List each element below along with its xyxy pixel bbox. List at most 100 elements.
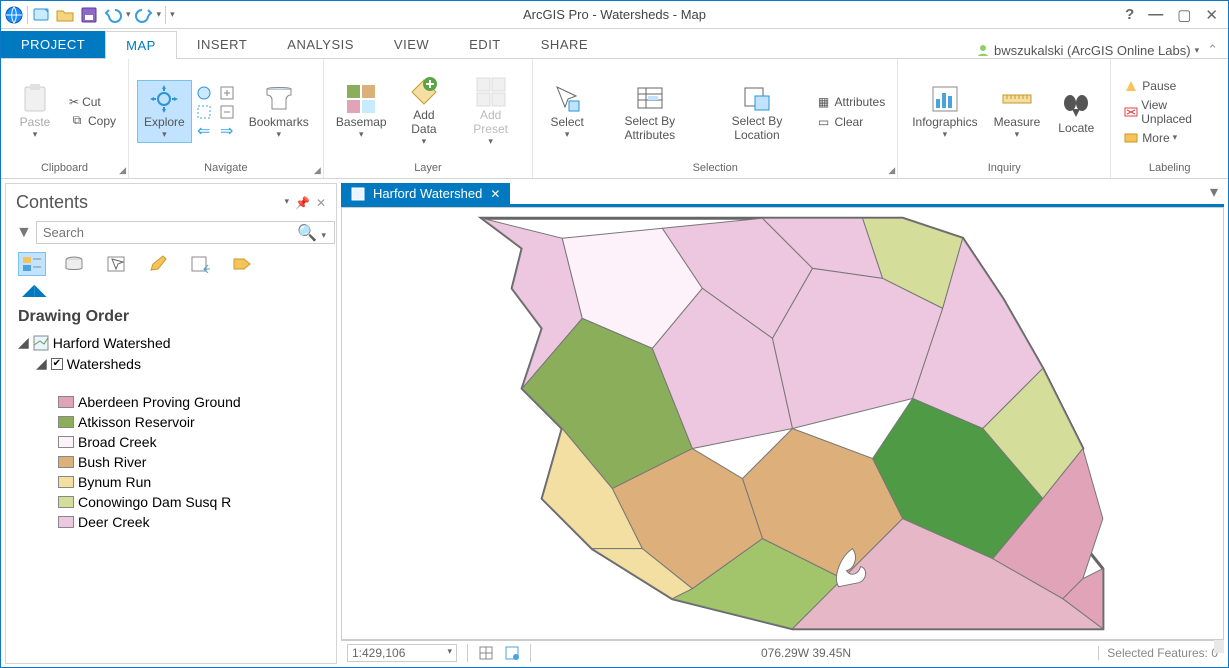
- attributes-button[interactable]: ▦Attributes: [812, 93, 890, 111]
- view-tab-active[interactable]: Harford Watershed ✕: [341, 183, 510, 204]
- clear-button[interactable]: ▭Clear: [812, 113, 890, 131]
- ribbon-tabs: PROJECT MAP INSERT ANALYSIS VIEW EDIT SH…: [1, 29, 1228, 59]
- add-data-button[interactable]: Add Data▾: [395, 74, 453, 149]
- locate-icon: [1060, 89, 1092, 121]
- pause-button[interactable]: Pause: [1119, 77, 1220, 95]
- explore-icon: [148, 83, 180, 115]
- close-view-icon[interactable]: ✕: [490, 187, 500, 201]
- navigate-launcher-icon[interactable]: ◢: [314, 165, 321, 176]
- pin-icon[interactable]: 📌: [295, 196, 310, 210]
- toc-tab-edit[interactable]: [144, 252, 172, 276]
- redo-dropdown-icon[interactable]: ▾: [157, 9, 162, 20]
- qat-open-icon[interactable]: [54, 4, 76, 26]
- explore-button[interactable]: Explore▾: [137, 80, 192, 143]
- tab-share[interactable]: SHARE: [521, 31, 608, 58]
- legend-item[interactable]: Aberdeen Proving Ground: [58, 392, 324, 412]
- qat-save-icon[interactable]: [78, 4, 100, 26]
- legend-item[interactable]: Bush River: [58, 452, 324, 472]
- pane-options-icon[interactable]: ▾: [284, 196, 289, 210]
- legend-item[interactable]: Conowingo Dam Susq R: [58, 492, 324, 512]
- legend-label: Aberdeen Proving Ground: [78, 394, 241, 410]
- group-label: Clipboard: [41, 162, 88, 176]
- tab-map[interactable]: MAP: [105, 31, 177, 59]
- legend-item[interactable]: Deer Creek: [58, 512, 324, 532]
- collapse-ribbon-icon[interactable]: ⌃: [1207, 42, 1218, 58]
- toc-tab-drawing-order[interactable]: [18, 252, 46, 276]
- status-tool2-icon[interactable]: [504, 645, 520, 661]
- legend-label: Broad Creek: [78, 434, 157, 450]
- layer-checkbox[interactable]: ✔: [51, 358, 63, 370]
- tab-edit[interactable]: EDIT: [449, 31, 521, 58]
- legend-swatch: [58, 516, 74, 528]
- infographics-button[interactable]: Infographics▾: [906, 81, 983, 142]
- select-by-attributes-button[interactable]: Select By Attributes: [597, 80, 702, 144]
- close-pane-icon[interactable]: ✕: [316, 196, 326, 210]
- help-button[interactable]: ?: [1125, 6, 1134, 24]
- search-icon[interactable]: 🔍 ▾: [297, 223, 326, 243]
- selection-launcher-icon[interactable]: ◢: [888, 165, 895, 176]
- tab-view[interactable]: VIEW: [374, 31, 449, 58]
- undo-dropdown-icon[interactable]: ▾: [126, 9, 131, 20]
- qat-globe-icon[interactable]: [3, 4, 25, 26]
- next-extent-icon[interactable]: ⇒: [219, 123, 235, 139]
- select-by-location-button[interactable]: Select By Location: [706, 80, 807, 144]
- legend-item[interactable]: Atkisson Reservoir: [58, 412, 324, 432]
- qat-undo-button[interactable]: [102, 4, 124, 26]
- maximize-button[interactable]: ▢: [1177, 6, 1191, 24]
- map-node[interactable]: ◢ Harford Watershed: [18, 332, 324, 353]
- map-canvas[interactable]: [341, 207, 1224, 640]
- copy-button[interactable]: ⧉Copy: [65, 112, 120, 130]
- qat-redo-button[interactable]: [133, 4, 155, 26]
- user-account[interactable]: bwszukalski (ArcGIS Online Labs) ▾ ⌃: [976, 42, 1228, 58]
- bookmarks-button[interactable]: Bookmarks▾: [243, 81, 315, 142]
- group-label: Navigate: [204, 162, 247, 176]
- map-view-icon: [351, 187, 365, 201]
- tab-project[interactable]: PROJECT: [1, 31, 105, 58]
- prev-extent-icon[interactable]: ⇐: [196, 123, 212, 139]
- filter-icon[interactable]: ▼: [16, 224, 32, 242]
- toc-tab-label[interactable]: [228, 252, 256, 276]
- toc-tab-snapping[interactable]: [186, 252, 214, 276]
- watershed-map: [342, 208, 1223, 639]
- infographics-icon: [929, 83, 961, 115]
- clear-icon: ▭: [816, 114, 832, 130]
- legend-item[interactable]: Bynum Run: [58, 472, 324, 492]
- contents-title: Contents: [16, 192, 88, 213]
- fixed-zoom-in-icon[interactable]: [219, 85, 235, 101]
- cut-button[interactable]: ✂Cut: [65, 94, 120, 110]
- active-tab-indicator: ◢◣: [22, 280, 332, 300]
- tab-insert[interactable]: INSERT: [177, 31, 267, 58]
- basemap-button[interactable]: Basemap▾: [332, 81, 391, 142]
- full-extent-icon[interactable]: [196, 85, 212, 101]
- more-button[interactable]: More ▾: [1119, 129, 1220, 147]
- fixed-zoom-out-icon[interactable]: [219, 104, 235, 120]
- scale-combo[interactable]: 1:429,106▾: [347, 644, 457, 662]
- toc-tab-selection[interactable]: [102, 252, 130, 276]
- tab-analysis[interactable]: ANALYSIS: [267, 31, 374, 58]
- paste-button[interactable]: Paste▾: [9, 81, 61, 142]
- minimize-button[interactable]: —: [1148, 6, 1163, 24]
- qat-customize-icon[interactable]: ▾: [170, 9, 175, 20]
- legend-label: Bynum Run: [78, 474, 151, 490]
- zoom-sel-icon[interactable]: [196, 104, 212, 120]
- status-tool1-icon[interactable]: [478, 645, 494, 661]
- view-unplaced-button[interactable]: View Unplaced: [1119, 97, 1220, 127]
- select-by-loc-icon: [741, 82, 773, 114]
- qat-new-icon[interactable]: [30, 4, 52, 26]
- legend-item[interactable]: Broad Creek: [58, 432, 324, 452]
- locate-button[interactable]: Locate: [1050, 87, 1102, 137]
- view-menu-icon[interactable]: ▾: [1204, 180, 1224, 204]
- user-icon: [976, 43, 990, 57]
- selected-features: Selected Features: 0: [1098, 646, 1218, 660]
- group-label: Labeling: [1149, 162, 1191, 176]
- measure-button[interactable]: Measure▾: [988, 81, 1047, 142]
- add-preset-button[interactable]: Add Preset▾: [457, 74, 524, 149]
- layer-node[interactable]: ◢ ✔ Watersheds: [18, 353, 324, 374]
- quick-access-toolbar: ▾ ▾ ▾: [1, 4, 175, 26]
- search-input[interactable]: [36, 221, 335, 244]
- legend-swatch: [58, 496, 74, 508]
- toc-tab-source[interactable]: [60, 252, 88, 276]
- select-button[interactable]: Select▾: [541, 81, 593, 142]
- clipboard-launcher-icon[interactable]: ◢: [119, 165, 126, 176]
- close-button[interactable]: ✕: [1205, 6, 1218, 24]
